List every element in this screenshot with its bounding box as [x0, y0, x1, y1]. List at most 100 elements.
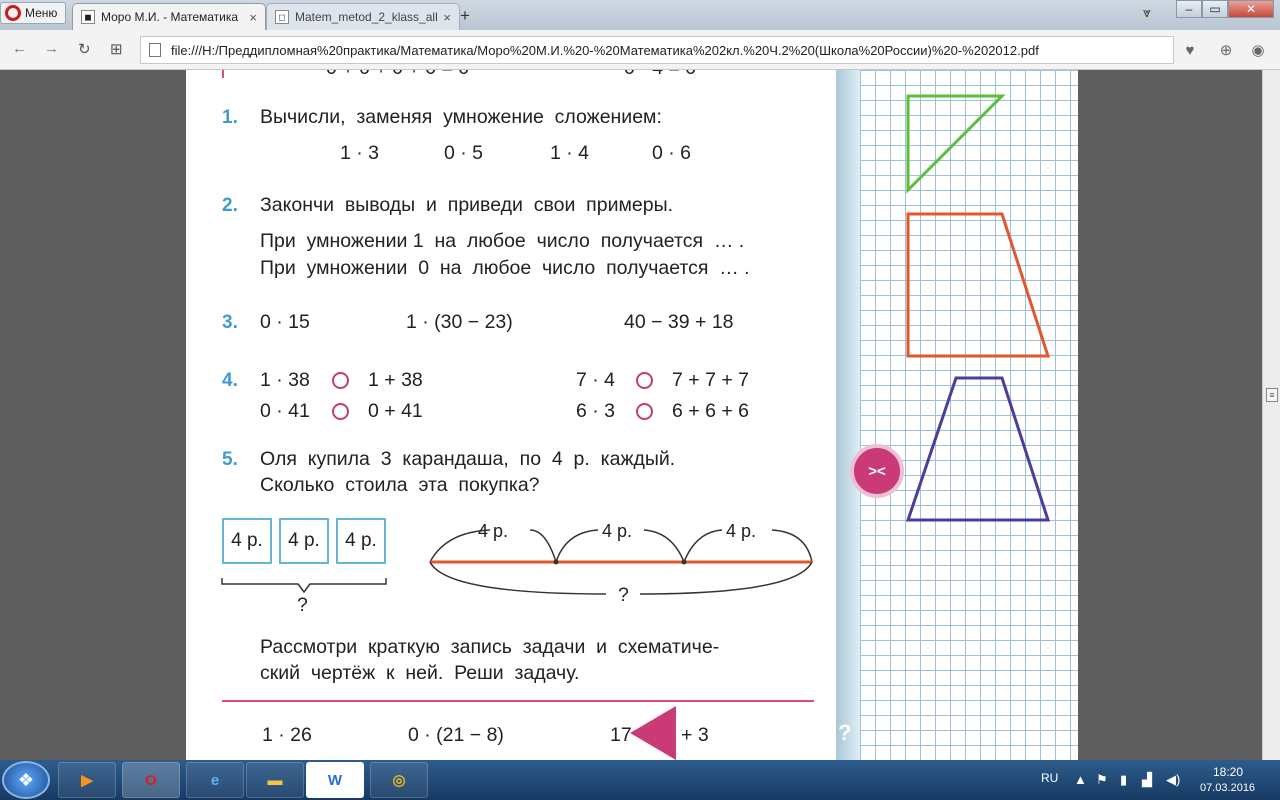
windows-taskbar: ❖ ▶ O e ▬ W ◎ RU ▲ ⚑ ▮ ▟ ◀) 18:20 07.03.…	[0, 760, 1280, 800]
network-signal-icon[interactable]: ▟	[1142, 772, 1152, 788]
expression: 6 + 6 + 6	[672, 400, 749, 422]
tab-menu-icon[interactable]: ⩔	[1143, 4, 1151, 21]
windows-start-icon[interactable]: ❖	[2, 761, 50, 799]
minimize-button[interactable]: –	[1176, 0, 1202, 18]
price-box: 4 р.	[336, 518, 386, 564]
arc-label: 4 р.	[726, 521, 757, 541]
task-text: Вычисли, заменяя умножение сложением:	[260, 106, 662, 128]
expression: 6 · 3	[576, 400, 616, 422]
task-text: Сколько стоила эта покупка?	[260, 474, 540, 496]
instruction-text: Рассмотри краткую запись задачи и схемат…	[260, 636, 720, 658]
url-text: file:///H:/Преддипломная%20практика/Мате…	[171, 42, 1039, 58]
language-indicator[interactable]: RU	[1041, 771, 1058, 785]
purple-trapezoid	[905, 376, 1051, 522]
speed-dial-grid-icon[interactable]: ⊞	[110, 40, 123, 58]
word-icon[interactable]: W	[306, 762, 364, 798]
file-page-icon	[149, 43, 161, 57]
heart-bookmark-icon[interactable]: ♥	[1180, 40, 1200, 60]
expression: 1 · (30 − 23)	[406, 311, 513, 333]
expression: 1 · 26	[262, 724, 312, 746]
opera-taskbar-icon[interactable]: O	[122, 762, 180, 798]
address-field[interactable]: file:///H:/Преддипломная%20практика/Мате…	[140, 36, 1174, 64]
brace-question: ?	[297, 594, 308, 616]
forward-arrow-icon[interactable]: →	[44, 40, 59, 57]
chrome-icon[interactable]: ◎	[370, 762, 428, 798]
expression: 1 · 38	[260, 369, 310, 391]
arc-label: 4 р.	[602, 521, 633, 541]
orange-trapezoid	[906, 212, 1051, 358]
page-icon: ◻	[275, 10, 289, 24]
pdf-page: 0 + 0 + 0 + 0 = 0 0 · 4 = 0 1. Вычисли, …	[186, 70, 1078, 760]
tab-matem[interactable]: ◻ Matem_metod_2_klass_all ×	[266, 3, 460, 30]
brace-bracket	[221, 578, 387, 594]
back-arrow-icon[interactable]: ←	[12, 40, 27, 57]
task-number: 5.	[222, 449, 238, 470]
red-margin-mark	[222, 70, 224, 78]
opera-menu-button[interactable]: Меню	[0, 2, 66, 24]
expression: 0 · 6	[652, 142, 692, 164]
instruction-text: ский чертёж к ней. Реши задачу.	[260, 662, 580, 684]
expression: 7 · 4	[576, 369, 616, 391]
expression: 0 · 41	[260, 400, 310, 422]
pink-divider	[222, 700, 814, 702]
question-flag-mark: ?	[838, 720, 852, 745]
clock-date[interactable]: 07.03.2016	[1200, 782, 1255, 794]
graph-paper	[860, 70, 1078, 760]
compare-symbol-icon: ><	[850, 444, 904, 498]
expression: 40 − 39 + 18	[624, 311, 734, 333]
cut-off-equation: 0 · 4 = 0	[624, 70, 696, 79]
action-center-flag-icon[interactable]: ⚑	[1096, 772, 1108, 788]
scroll-thumb[interactable]: ≡	[1266, 388, 1278, 402]
opera-logo-icon	[5, 5, 21, 21]
expression: 1 · 3	[340, 142, 380, 164]
compare-circle[interactable]	[636, 372, 653, 389]
task-number: 4.	[222, 370, 238, 391]
question-flag	[630, 706, 676, 760]
file-explorer-icon[interactable]: ▬	[246, 762, 304, 798]
media-player-icon[interactable]: ▶	[58, 762, 116, 798]
browser-titlebar: Меню ◼ Моро М.И. - Математика × ◻ Matem_…	[0, 0, 1280, 30]
task-text: Закончи выводы и приведи свои примеры.	[260, 194, 674, 216]
compare-circle[interactable]	[332, 372, 349, 389]
task-line: При умножении 0 на любое число получаетс…	[260, 257, 750, 279]
task-line: При умножении 1 на любое число получаетс…	[260, 230, 745, 252]
task-number: 2.	[222, 195, 238, 216]
clock-time[interactable]: 18:20	[1213, 765, 1243, 779]
expression: 7 + 7 + 7	[672, 369, 749, 391]
tab-title: Matem_metod_2_klass_all	[295, 10, 438, 24]
price-box: 4 р.	[279, 518, 329, 564]
menu-label: Меню	[25, 6, 58, 20]
line-question: ?	[618, 584, 629, 606]
compare-circle[interactable]	[332, 403, 349, 420]
expression: 1 + 38	[368, 369, 423, 391]
page-icon: ◼	[81, 10, 95, 24]
expression: 0 · 5	[444, 142, 484, 164]
expression: 0 · 15	[260, 311, 310, 333]
vertical-scrollbar[interactable]: ≡	[1262, 70, 1280, 760]
pdf-viewer: 0 + 0 + 0 + 0 = 0 0 · 4 = 0 1. Вычисли, …	[0, 70, 1280, 760]
price-box: 4 р.	[222, 518, 272, 564]
internet-explorer-icon[interactable]: e	[186, 762, 244, 798]
expression: 0 + 41	[368, 400, 423, 422]
tab-close-icon[interactable]: ×	[443, 10, 451, 25]
cut-off-equation: 0 + 0 + 0 + 0 = 0	[326, 70, 469, 79]
green-triangle	[906, 94, 1006, 194]
expression: 1 · 4	[550, 142, 590, 164]
download-icon[interactable]: ⊕	[1216, 40, 1236, 60]
battery-icon[interactable]: ▮	[1120, 772, 1127, 788]
account-icon[interactable]: ◉	[1248, 40, 1268, 60]
task-number: 1.	[222, 107, 238, 128]
tab-close-icon[interactable]: ×	[249, 10, 257, 25]
volume-icon[interactable]: ◀)	[1166, 772, 1180, 788]
compare-circle[interactable]	[636, 403, 653, 420]
expression: 0 · (21 − 8)	[408, 724, 504, 746]
tab-moro[interactable]: ◼ Моро М.И. - Математика ×	[72, 3, 266, 30]
task-text: Оля купила 3 карандаша, по 4 р. каждый.	[260, 448, 676, 470]
task-number: 3.	[222, 312, 238, 333]
close-window-button[interactable]: ✕	[1228, 0, 1274, 18]
maximize-button[interactable]: ▭	[1202, 0, 1228, 18]
show-hidden-icons-icon[interactable]: ▲	[1074, 772, 1087, 787]
reload-icon[interactable]: ↻	[78, 40, 91, 58]
new-tab-button[interactable]: +	[460, 6, 470, 26]
tab-title: Моро М.И. - Математика	[101, 10, 239, 24]
